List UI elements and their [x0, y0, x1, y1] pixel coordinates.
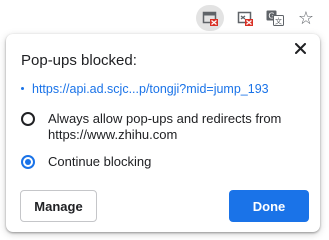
manage-button[interactable]: Manage: [20, 190, 97, 222]
blocked-content-icon[interactable]: [234, 9, 256, 27]
radio-button-unchecked[interactable]: [21, 112, 35, 126]
radio-continue-blocking[interactable]: Continue blocking: [21, 154, 151, 170]
radio-always-allow-label: Always allow pop-ups and redirects from …: [48, 111, 282, 142]
radio-continue-blocking-label: Continue blocking: [48, 154, 152, 169]
done-button[interactable]: Done: [229, 190, 309, 222]
popup-blocked-dialog: Pop-ups blocked: https://api.ad.scjc...p…: [6, 34, 320, 232]
star-glyph: ☆: [297, 8, 315, 28]
radio-button-checked[interactable]: [21, 155, 35, 169]
blocked-url-item: https://api.ad.scjc...p/tongji?mid=jump_…: [21, 82, 313, 96]
dialog-title: Pop-ups blocked:: [21, 52, 137, 69]
radio-always-allow[interactable]: Always allow pop-ups and redirects from …: [21, 111, 298, 143]
svg-text:文: 文: [275, 17, 282, 26]
browser-toolbar: G 文 ☆: [0, 0, 329, 36]
close-button[interactable]: [290, 38, 310, 58]
bookmark-star-icon[interactable]: ☆: [295, 9, 317, 27]
bullet-icon: [21, 87, 24, 91]
translate-icon[interactable]: G 文: [264, 9, 286, 27]
blocked-url-link[interactable]: https://api.ad.scjc...p/tongji?mid=jump_…: [32, 82, 269, 96]
popup-blocked-icon[interactable]: [196, 5, 224, 31]
close-icon: [294, 42, 306, 54]
